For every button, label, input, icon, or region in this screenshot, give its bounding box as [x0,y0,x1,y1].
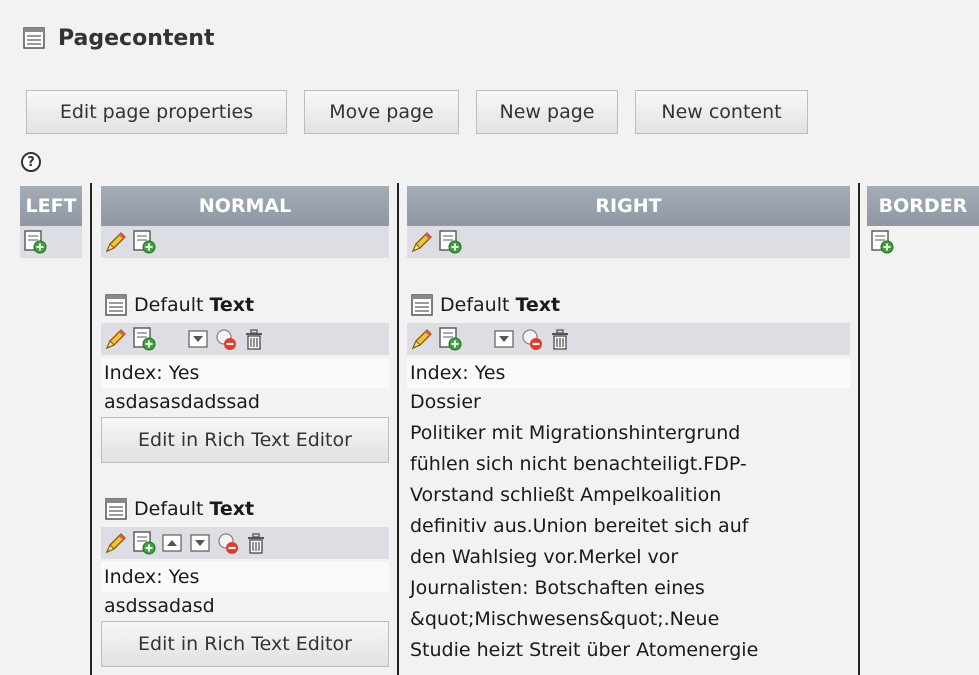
column-divider [90,183,92,675]
new-record-icon[interactable] [132,327,156,351]
column-header-normal: NORMAL [101,186,389,226]
new-record-icon[interactable] [438,327,462,351]
page-icon [22,26,46,50]
pencil-icon[interactable] [104,327,128,351]
hide-icon[interactable] [520,327,544,351]
index-status: Index: Yes [101,562,389,592]
content-line: Politiker mit Migrationshintergrund [410,422,741,444]
page-icon [104,293,128,317]
content-type-prefix: Default [134,294,210,316]
right-column-toolbar [407,226,850,258]
content-type-prefix: Default [440,294,516,316]
content-line: definitiv aus.Union bereitet sich auf [410,515,749,537]
page-icon [410,293,434,317]
new-record-icon[interactable] [870,230,894,254]
content-type-name: Text [515,294,561,316]
column-divider [858,183,860,675]
column-header-left: LEFT [20,186,82,226]
content-line: Journalisten: Botschaften eines [410,577,705,599]
page-icon [104,497,128,521]
new-record-icon[interactable] [132,531,156,555]
content-type-label: Default Text [104,494,254,524]
edit-rte-button[interactable]: Edit in Rich Text Editor [101,621,389,667]
new-record-icon[interactable] [132,230,156,254]
content-line: &quot;Mischwesens&quot;.Neue [410,608,720,630]
page-title: Pagecontent [58,25,215,51]
content-line: Dossier [410,391,481,413]
content-body: Dossier Politiker mit Migrationshintergr… [410,387,850,666]
new-content-button[interactable]: New content [635,90,808,134]
content-type-name: Text [209,498,255,520]
content-element-toolbar [101,323,389,355]
new-page-button[interactable]: New page [476,90,618,134]
edit-rte-button[interactable]: Edit in Rich Text Editor [101,417,389,463]
content-line: Studie heizt Streit über Atomenergie [410,639,759,661]
pencil-icon[interactable] [410,327,434,351]
move-up-icon[interactable] [160,531,184,555]
content-type-label: Default Text [410,290,560,320]
delete-icon[interactable] [242,327,266,351]
help-icon[interactable]: ? [21,152,41,172]
content-body: asdssadasd [104,595,215,617]
content-element-toolbar [101,527,389,559]
pencil-icon[interactable] [104,230,128,254]
move-down-icon[interactable] [188,531,212,555]
move-page-button[interactable]: Move page [304,90,459,134]
content-element-toolbar [407,323,850,355]
content-line: den Wahlsieg vor.Merkel vor [410,546,679,568]
delete-icon[interactable] [548,327,572,351]
column-header-border: BORDER [867,186,979,226]
hide-icon[interactable] [216,531,240,555]
left-column-toolbar [20,226,82,258]
column-divider [397,183,399,675]
move-down-icon[interactable] [492,327,516,351]
move-down-icon[interactable] [186,327,210,351]
index-status: Index: Yes [407,358,850,388]
column-header-right: RIGHT [407,186,850,226]
pencil-icon[interactable] [104,531,128,555]
index-status: Index: Yes [101,358,389,388]
page-header: Pagecontent [22,22,214,54]
new-record-icon[interactable] [438,230,462,254]
pencil-icon[interactable] [410,230,434,254]
content-line: fühlen sich nicht benachteiligt.FDP- [410,453,747,475]
border-column-toolbar [867,226,979,258]
delete-icon[interactable] [244,531,268,555]
new-record-icon[interactable] [23,230,47,254]
content-type-prefix: Default [134,498,210,520]
content-line: Vorstand schließt Ampelkoalition [410,484,722,506]
hide-icon[interactable] [214,327,238,351]
normal-column-toolbar [101,226,389,258]
content-type-label: Default Text [104,290,254,320]
content-type-name: Text [209,294,255,316]
edit-page-properties-button[interactable]: Edit page properties [26,90,287,134]
content-body: asdasasdadssad [104,391,260,413]
